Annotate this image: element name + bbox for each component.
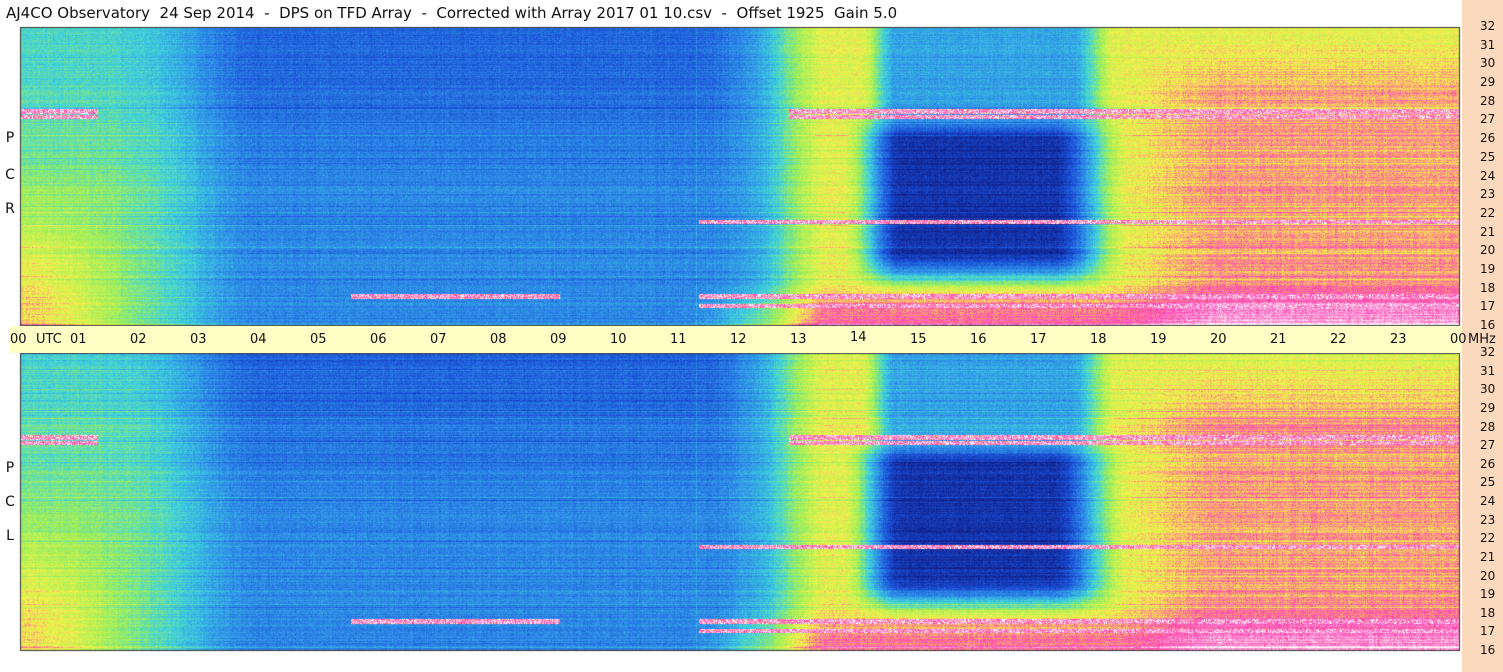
time-tick-label: 23	[1390, 332, 1407, 347]
freq-tick-label: 25	[1480, 149, 1496, 164]
freq-tick-label: 29	[1480, 75, 1496, 90]
freq-tick-label: 19	[1480, 587, 1496, 602]
figure-title: AJ4CO Observatory 24 Sep 2014 - DPS on T…	[6, 4, 898, 22]
freq-tick-label: 21	[1480, 224, 1496, 239]
freq-tick-label: 32	[1480, 345, 1496, 359]
time-tick-label: 02	[130, 332, 147, 347]
freq-tick-label: 32	[1480, 19, 1496, 33]
freq-tick-label: 18	[1480, 280, 1496, 295]
time-tick-label: 14	[850, 330, 867, 345]
freq-tick-label: 30	[1480, 56, 1496, 71]
time-tick-label: 19	[1150, 332, 1167, 347]
time-tick-label: 10	[610, 332, 627, 347]
time-tick-label: 01	[70, 332, 87, 347]
pol-letter: P	[5, 130, 15, 146]
pol-letter: P	[5, 460, 15, 476]
time-tick-label: 05	[310, 332, 327, 347]
freq-tick-label: 20	[1480, 243, 1496, 258]
freq-tick-label: 19	[1480, 261, 1496, 276]
freq-tick-label: 24	[1480, 494, 1496, 508]
freq-tick-label: 26	[1480, 456, 1496, 471]
freq-tick-label: 31	[1480, 37, 1496, 52]
freq-tick-label: 24	[1480, 168, 1496, 183]
time-tick-label: 08	[490, 332, 507, 347]
freq-tick-label: 28	[1480, 93, 1496, 108]
time-tick-label: 17	[1030, 332, 1047, 347]
time-tick-label: 00	[10, 332, 27, 347]
time-tick-label: 16	[970, 332, 987, 347]
freq-tick-label: 27	[1480, 438, 1496, 453]
freq-tick-label: 26	[1480, 131, 1496, 146]
freq-tick-label: 29	[1480, 400, 1496, 415]
freq-tick-label: 20	[1480, 568, 1496, 583]
freq-tick-label: 31	[1480, 363, 1496, 378]
time-tick-label: 13	[790, 332, 807, 347]
time-tick-label: 22	[1330, 332, 1347, 347]
time-tick-label: 06	[370, 332, 387, 347]
time-tick-label: 07	[430, 332, 447, 347]
utc-time-axis: 00 01 02 03 04 05 06 07 08 09 10 11 12 13 14 15 16 17 18 19…	[10, 326, 1467, 353]
time-tick-label: 20	[1210, 332, 1227, 347]
pol-letter: R	[5, 201, 15, 217]
time-tick-label: 00	[1450, 332, 1467, 347]
time-tick-label: 21	[1270, 332, 1287, 347]
freq-tick-label: 17	[1480, 299, 1496, 314]
freq-tick-label: 30	[1480, 382, 1496, 397]
freq-tick-label: 23	[1480, 512, 1496, 527]
freq-tick-label: 17	[1480, 624, 1496, 639]
freq-tick-label: 21	[1480, 549, 1496, 564]
freq-tick-label: 18	[1480, 605, 1496, 620]
pol-letter: L	[6, 528, 14, 544]
pol-letter: C	[5, 167, 15, 183]
freq-tick-label: 28	[1480, 419, 1496, 434]
utc-label: UTC	[36, 332, 62, 347]
time-tick-label: 04	[250, 332, 267, 347]
freq-tick-label: 25	[1480, 475, 1496, 490]
freq-tick-label: 22	[1480, 531, 1496, 546]
time-tick-label: 11	[670, 332, 687, 347]
freq-tick-label: 22	[1480, 205, 1496, 220]
time-tick-label: 12	[730, 332, 747, 347]
time-tick-label: 15	[910, 332, 927, 347]
pol-letter: C	[5, 494, 15, 510]
mhz-unit-label: MHz	[1468, 332, 1496, 347]
freq-tick-label: 27	[1480, 112, 1496, 127]
freq-tick-label: 16	[1480, 318, 1496, 332]
time-tick-label: 09	[550, 332, 567, 347]
time-tick-label: 03	[190, 332, 207, 347]
freq-tick-label: 23	[1480, 187, 1496, 202]
time-tick-label: 18	[1090, 332, 1107, 347]
freq-tick-label: 16	[1480, 643, 1496, 657]
